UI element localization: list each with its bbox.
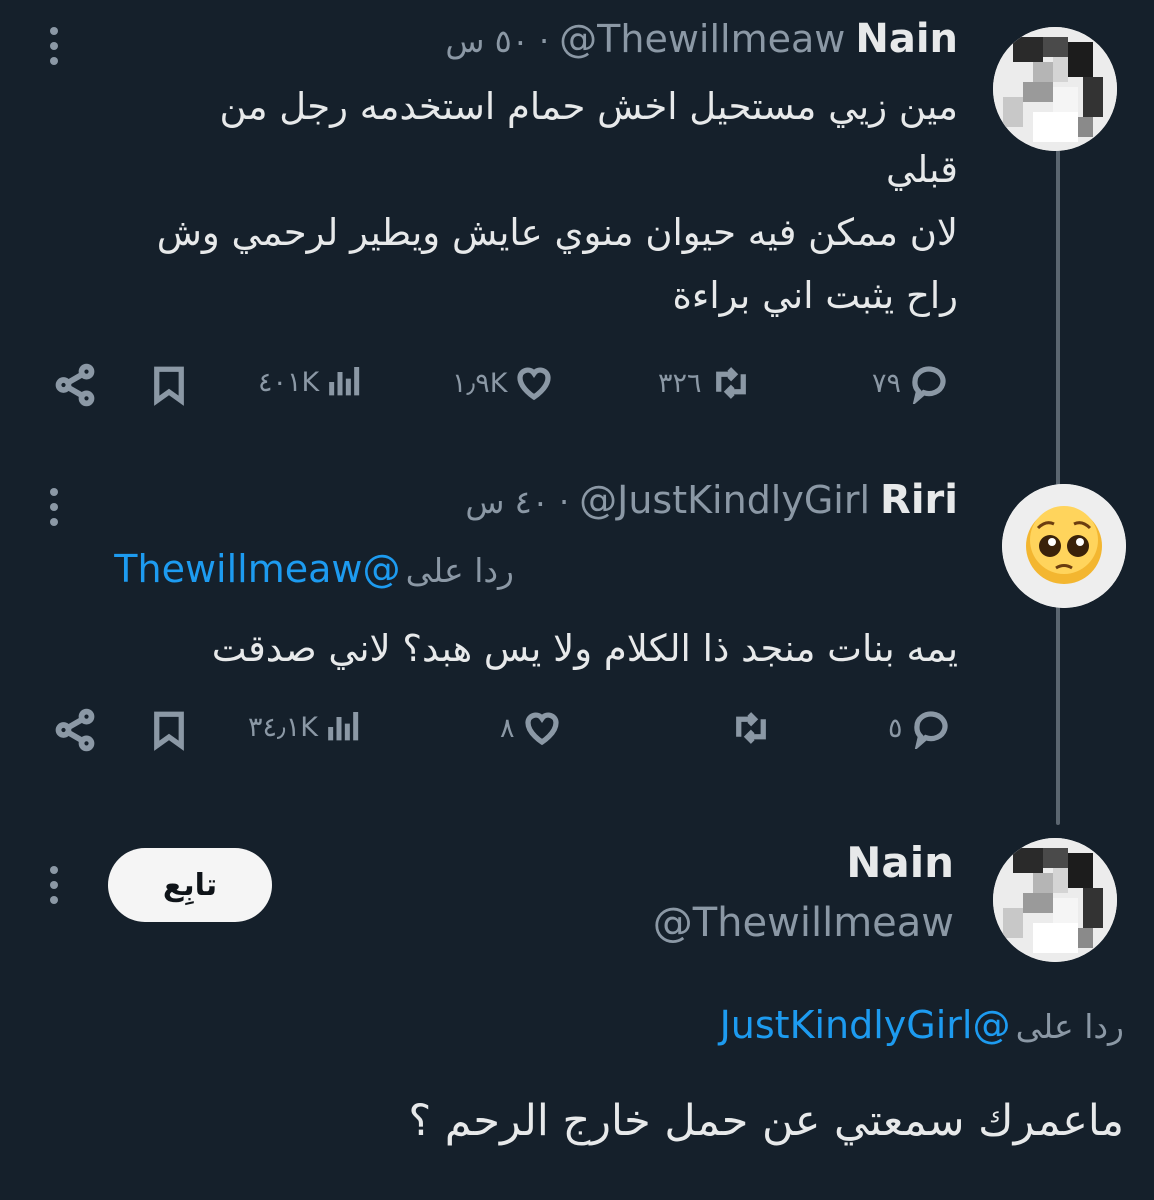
retweet-button[interactable]: ٣٢٦ [658,362,754,404]
like-count: ٨ [500,712,515,744]
more-options-icon[interactable] [49,866,59,904]
replying-to-handle[interactable]: @Thewillmeaw [114,547,400,591]
like-button[interactable]: ٨ [500,707,563,749]
pixelated-avatar-icon [993,838,1117,962]
user-name[interactable]: Nain [855,16,958,62]
user-handle[interactable]: @Thewillmeaw [559,17,845,61]
user-name[interactable]: Riri [880,477,958,523]
share-icon [55,708,95,752]
tweet-actions: ٤٠١K ١٫٩K ٣٢٦ ٧٩ [50,362,960,418]
tweet-text: مين زيي مستحيل اخش حمام استخدمه رجل من ق… [38,75,958,327]
replying-to: ردا على @JustKindlyGirl [720,1003,1124,1047]
share-icon [55,363,95,407]
tweet-time: ٥٠ س [445,22,529,60]
replying-to-handle[interactable]: @JustKindlyGirl [720,1003,1011,1047]
heart-icon [517,367,552,401]
pixelated-avatar-icon [993,27,1117,151]
tweet-time: ٤٠ س [465,483,549,521]
more-options-icon[interactable] [49,27,59,65]
replying-to: ردا على @Thewillmeaw [114,547,514,591]
user-name[interactable]: Nain [846,838,954,887]
user-handle[interactable]: @Thewillmeaw [653,900,954,946]
views-button[interactable]: ٣٤٫١K [248,707,364,747]
replying-to-label: ردا على [405,551,514,590]
avatar-nain[interactable] [993,838,1117,962]
replying-to-label: ردا على [1015,1007,1124,1046]
like-count: ١٫٩K [452,367,508,399]
reply-count: ٥ [888,712,903,744]
views-count: ٤٠١K [258,366,320,398]
retweet-icon [715,367,746,399]
pleading-face-emoji-icon [1002,484,1126,608]
tweet-text: يمه بنات منجد ذا الكلام ولا يس هبد؟ لاني… [211,627,958,670]
reply-button[interactable]: ٥ [888,707,953,749]
reply-count: ٧٩ [872,367,902,399]
bookmark-icon [154,366,184,406]
heart-icon [524,712,559,746]
tweet-text-line: راح يثبت اني براءة [672,274,958,317]
views-count: ٣٤٫١K [248,711,318,743]
reply-icon [912,366,946,404]
views-button[interactable]: ٤٠١K [258,362,365,402]
reply-button[interactable]: ٧٩ [872,362,951,404]
tweet-actions: ٣٤٫١K ٨ ٥ [50,707,960,763]
tweet-text: ماعمرك سمعتي عن حمل خارج الرحم ؟ [408,1096,1124,1146]
bookmark-button[interactable] [148,362,190,408]
more-options-icon[interactable] [49,488,59,526]
separator-dot: · [558,483,570,521]
like-button[interactable]: ١٫٩K [452,362,555,404]
share-button[interactable] [52,707,98,753]
bookmark-button[interactable] [148,707,190,753]
tweet-text-line: قبلي [886,148,958,191]
tweet-header: ٥٠ س · @Thewillmeaw Nain [445,16,958,62]
bookmark-icon [154,711,184,751]
views-icon [329,367,360,396]
retweet-button[interactable] [722,707,774,749]
reply-icon [913,711,948,749]
tweet-header: ٤٠ س · @JustKindlyGirl Riri [465,477,958,523]
tweet-text-line: لان ممكن فيه حيوان منوي عايش ويطير لرحمي… [156,211,958,254]
retweet-count: ٣٢٦ [658,367,702,399]
user-handle[interactable]: @JustKindlyGirl [579,478,870,522]
follow-button[interactable]: تابِع [108,848,272,922]
avatar-riri[interactable] [1002,484,1126,608]
views-icon [328,712,359,741]
share-button[interactable] [52,362,98,408]
separator-dot: · [538,22,550,60]
tweet-text-line: مين زيي مستحيل اخش حمام استخدمه رجل من [219,85,958,128]
avatar-nain[interactable] [993,27,1117,151]
retweet-icon [736,712,766,744]
